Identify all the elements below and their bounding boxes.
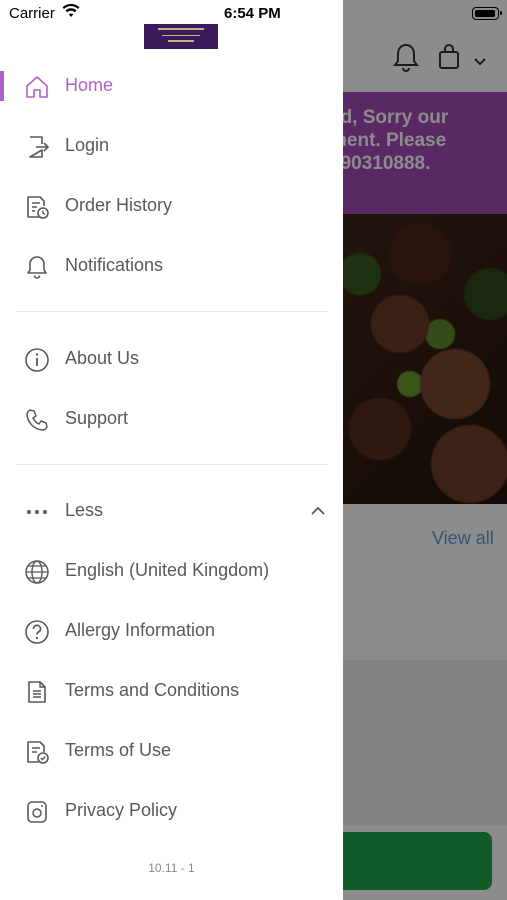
menu-label: About Us — [65, 348, 140, 368]
menu-label: Notifications — [65, 255, 164, 275]
chevron-up-icon — [308, 503, 328, 519]
wifi-icon — [62, 3, 80, 23]
menu-item-less-toggle[interactable]: Less — [0, 486, 343, 536]
carrier-label: Carrier — [9, 5, 55, 22]
menu-label: Login — [65, 135, 110, 155]
menu-item-privacy-policy[interactable]: Privacy Policy — [0, 786, 343, 836]
info-icon — [24, 347, 50, 373]
privacy-icon — [24, 799, 50, 825]
menu-item-home[interactable]: Home — [0, 61, 343, 111]
menu-label: Terms of Use — [65, 740, 172, 760]
question-icon — [24, 619, 50, 645]
order-history-icon — [24, 194, 50, 220]
menu-item-support[interactable]: Support — [0, 394, 343, 444]
globe-icon — [24, 559, 50, 585]
login-icon — [24, 134, 50, 160]
menu-divider — [16, 464, 328, 465]
menu-label: Privacy Policy — [65, 800, 178, 820]
menu-divider — [16, 311, 328, 312]
menu-label: Less — [65, 500, 104, 520]
phone-icon — [24, 407, 50, 433]
menu-item-about-us[interactable]: About Us — [0, 334, 343, 384]
status-bar: Carrier 6:54 PM — [0, 0, 507, 28]
battery-icon — [472, 7, 502, 20]
menu-item-order-history[interactable]: Order History — [0, 181, 343, 231]
menu-item-allergy-information[interactable]: Allergy Information — [0, 606, 343, 656]
menu-item-login[interactable]: Login — [0, 121, 343, 171]
menu-label: Support — [65, 408, 129, 428]
menu-item-language[interactable]: English (United Kingdom) — [0, 546, 343, 596]
status-time: 6:54 PM — [224, 5, 281, 22]
menu-label: Terms and Conditions — [65, 680, 240, 700]
menu-label: Allergy Information — [65, 620, 216, 640]
menu-item-terms-and-conditions[interactable]: Terms and Conditions — [0, 666, 343, 716]
more-dots-icon — [24, 499, 50, 525]
side-drawer: Home Login Order History Notifications A… — [0, 0, 343, 900]
menu-item-terms-of-use[interactable]: Terms of Use — [0, 726, 343, 776]
menu-label: English (United Kingdom) — [65, 560, 270, 580]
bell-icon — [24, 254, 50, 280]
menu-label: Order History — [65, 195, 173, 215]
document-check-icon — [24, 739, 50, 765]
menu-item-notifications[interactable]: Notifications — [0, 241, 343, 291]
home-icon — [24, 74, 50, 100]
document-icon — [24, 679, 50, 705]
menu-label: Home — [65, 75, 114, 95]
app-version: 10.11 - 1 — [148, 861, 195, 875]
